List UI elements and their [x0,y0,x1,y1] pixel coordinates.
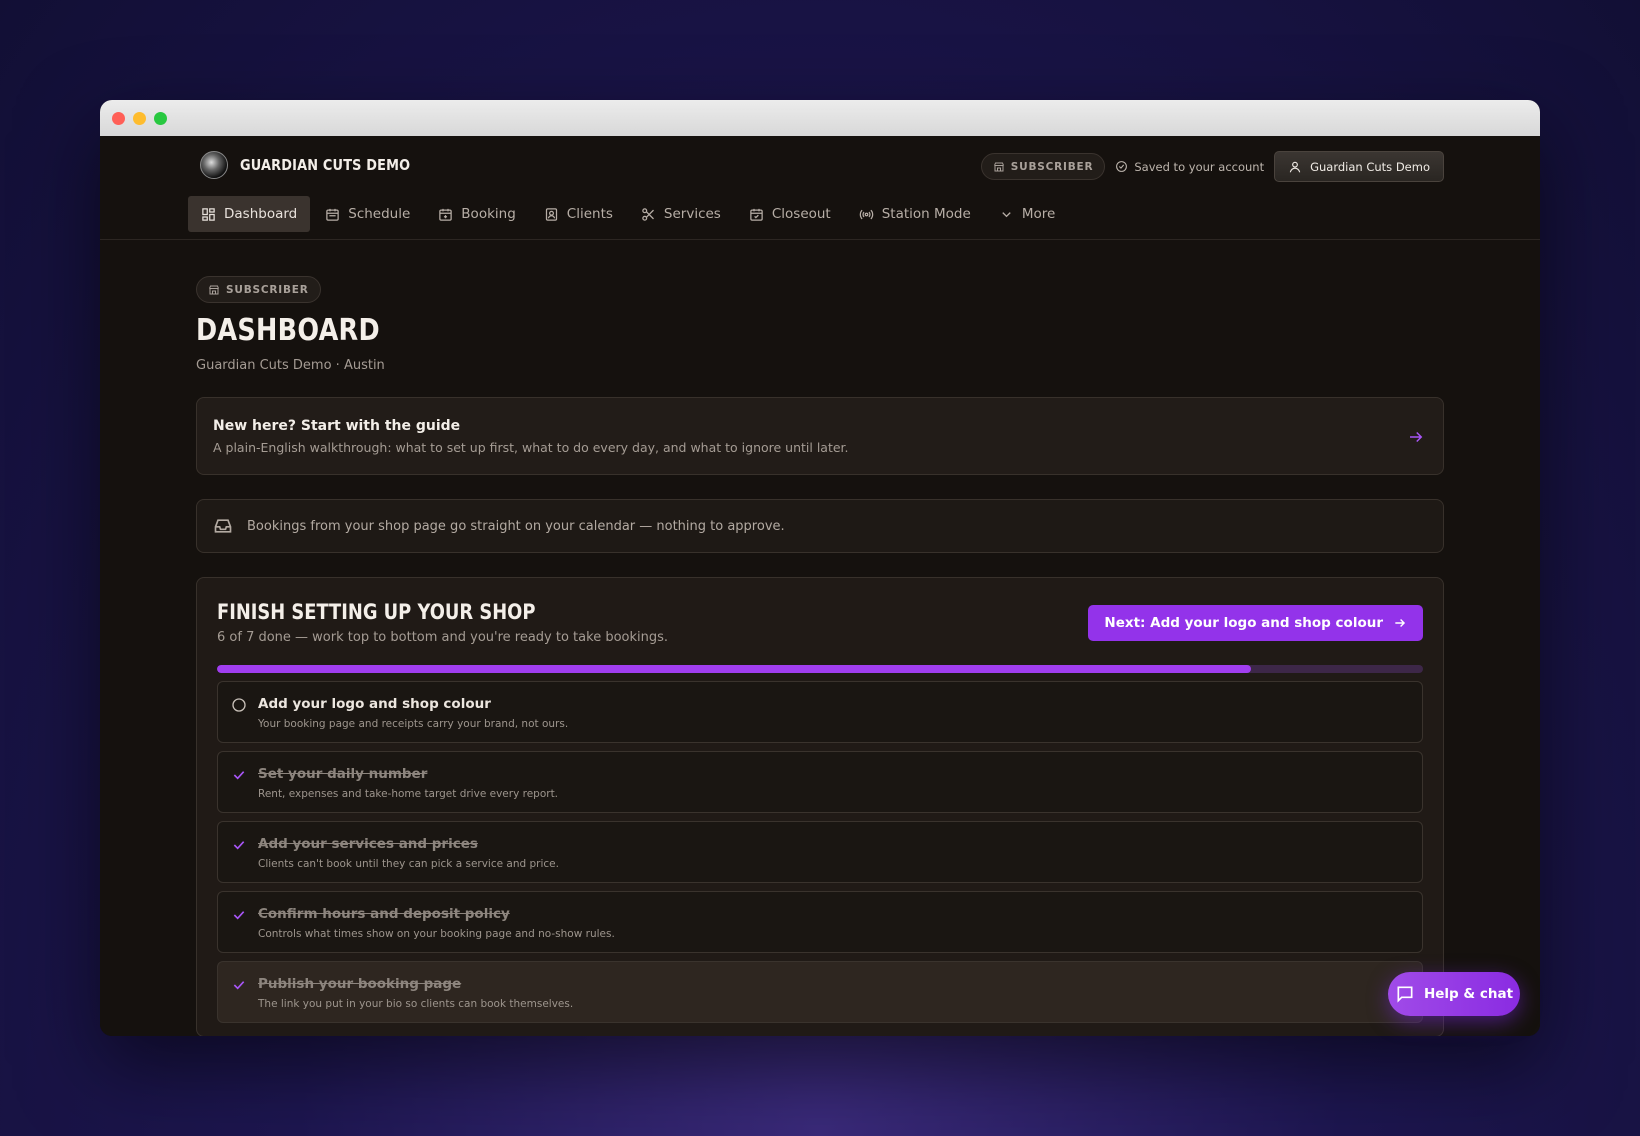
task-item[interactable]: Add your services and prices Clients can… [217,821,1423,883]
page-subscriber-badge: SUBSCRIBER [196,276,321,303]
scissors-icon [642,207,654,221]
guide-description: A plain-English walkthrough: what to set… [213,440,849,455]
grid-icon [202,207,215,221]
task-title: Add your logo and shop colour [258,696,491,712]
task-description: Controls what times show on your booking… [258,928,615,940]
arrow-right-icon [1410,431,1423,443]
task-item[interactable]: Confirm hours and deposit policy Control… [217,891,1423,953]
task-description: Your booking page and receipts carry you… [258,718,569,730]
window-titlebar [100,100,1540,136]
task-title: Add your services and prices [258,836,478,852]
maximize-window-button[interactable] [154,111,167,125]
nav-label: Closeout [771,206,831,222]
contact-icon [545,207,557,221]
task-title: Publish your booking page [258,976,462,992]
nav-label: Dashboard [224,206,298,222]
minimize-window-button[interactable] [133,111,146,125]
help-chat-label: Help & chat [1423,986,1514,1002]
brand[interactable]: GUARDIAN CUTS DEMO [200,151,438,179]
shop-logo [200,151,228,179]
account-button[interactable]: Guardian Cuts Demo [1274,151,1444,182]
page-title: DASHBOARD [196,313,380,348]
calendar-plus-icon [439,208,453,221]
nav-dashboard[interactable]: Dashboard [188,196,311,232]
store-icon [209,285,219,294]
task-item[interactable]: Set your daily number Rent, expenses and… [217,751,1423,813]
check-icon [233,981,245,990]
next-step-label: Next: Add your logo and shop colour [1104,615,1383,631]
task-description: Clients can't book until they can pick a… [258,858,559,870]
store-icon [993,162,1004,171]
nav-label: Station Mode [881,206,971,222]
calendar-check-icon [750,208,763,221]
calendar-icon [326,208,339,221]
page-badge-label: SUBSCRIBER [226,283,309,296]
account-name: Guardian Cuts Demo [1310,159,1430,174]
nav-booking[interactable]: Booking [425,196,528,232]
setup-checklist: FINISH SETTING UP YOUR SHOP 6 of 7 done … [196,577,1444,1036]
check-icon [233,841,245,850]
nav-services[interactable]: Services [628,196,734,232]
top-header: GUARDIAN CUTS DEMO SUBSCRIBER Saved to y… [100,136,1540,240]
nav-label: More [1021,206,1056,222]
empty-circle-icon[interactable] [231,697,247,713]
next-step-button[interactable]: Next: Add your logo and shop colour [1088,605,1423,641]
task-item[interactable]: Publish your booking page The link you p… [217,961,1423,1023]
help-chat-button[interactable]: Help & chat [1388,972,1520,1016]
task-description: Rent, expenses and take-home target driv… [258,788,559,800]
guide-title: New here? Start with the guide [213,418,461,434]
chat-icon [1397,986,1413,1003]
nav-schedule[interactable]: Schedule [312,196,423,232]
task-item[interactable]: Add your logo and shop colour Your booki… [217,681,1423,743]
setup-progress-fill [217,665,1251,673]
check-icon [233,911,245,920]
nav-label: Clients [566,206,613,222]
notice-text: Bookings from your shop page go straight… [247,518,785,534]
header-actions: SUBSCRIBER Saved to your account Guardia… [980,151,1444,182]
chevron-down-icon [1002,211,1011,217]
brand-name: GUARDIAN CUTS DEMO [240,156,411,174]
subscriber-badge-label: SUBSCRIBER [1010,160,1094,173]
guide-card[interactable]: New here? Start with the guide A plain-E… [196,397,1444,475]
user-icon [1289,161,1301,172]
close-window-button[interactable] [112,111,125,125]
broadcast-icon [859,209,873,219]
app-root: GUARDIAN CUTS DEMO SUBSCRIBER Saved to y… [100,136,1540,1036]
nav-more[interactable]: More [986,196,1068,232]
saved-status: Saved to your account [1115,160,1264,174]
main-content: SUBSCRIBER DASHBOARD Guardian Cuts Demo … [196,276,1444,1036]
nav-label: Schedule [348,206,411,222]
task-title: Set your daily number [258,766,428,782]
page-subtitle: Guardian Cuts Demo · Austin [196,358,385,373]
browser-window: GUARDIAN CUTS DEMO SUBSCRIBER Saved to y… [100,100,1540,1036]
inbox-icon [214,519,232,533]
setup-progress-bar [217,665,1423,673]
nav-clients[interactable]: Clients [531,196,626,232]
nav-closeout[interactable]: Closeout [736,196,844,232]
task-list: Add your logo and shop colour Your booki… [217,681,1423,1023]
bookings-notice: Bookings from your shop page go straight… [196,499,1444,553]
task-title: Confirm hours and deposit policy [258,906,510,922]
check-icon [233,771,245,780]
nav-label: Services [663,206,721,222]
saved-status-label: Saved to your account [1134,159,1265,174]
task-description: The link you put in your bio so clients … [258,998,574,1010]
nav-label: Booking [461,206,516,222]
nav-station-mode[interactable]: Station Mode [846,196,984,232]
main-nav: Dashboard Schedule Booking Clients Servi… [188,196,1068,232]
check-circle-icon [1116,161,1128,172]
arrow-right-icon [1395,619,1406,627]
subscriber-badge: SUBSCRIBER [980,153,1106,180]
